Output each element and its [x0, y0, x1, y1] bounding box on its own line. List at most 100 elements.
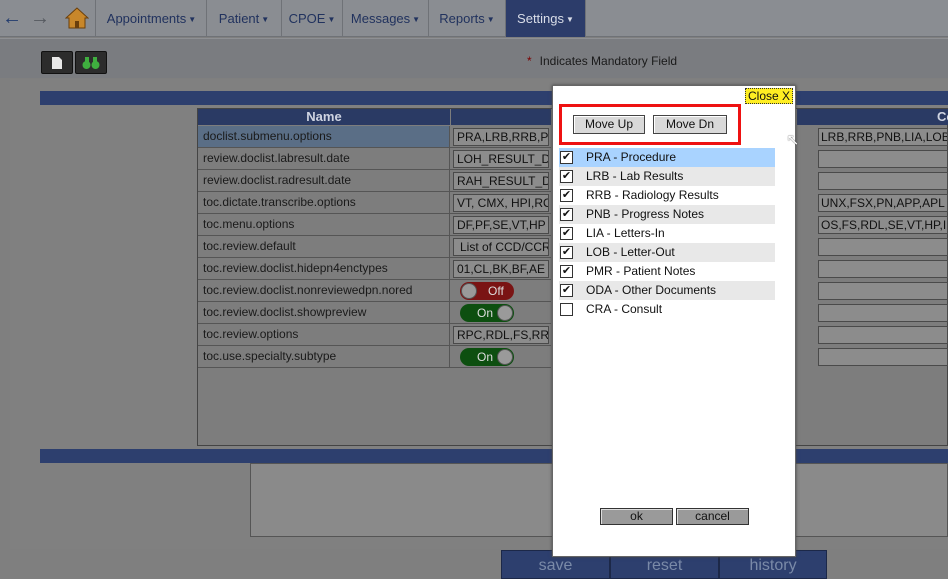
list-item[interactable]: ✔ LIA - Letters-In	[559, 224, 775, 243]
table-row[interactable]: toc.review.doclist.nonreviewedpn.nored Of…	[198, 280, 551, 302]
list-item-label: PRA - Procedure	[586, 150, 677, 164]
chevron-down-icon: ▼	[412, 15, 421, 25]
checkbox[interactable]: ✔	[560, 208, 573, 221]
menu-cpoe[interactable]: CPOE ▼	[282, 0, 343, 37]
right-value-input[interactable]	[818, 348, 948, 366]
value-column-header	[451, 109, 551, 125]
checkbox[interactable]: ✔	[560, 170, 573, 183]
menu-patient[interactable]: Patient ▼	[207, 0, 282, 37]
row-value-input[interactable]: RPC,RDL,FS,RRU	[453, 326, 549, 344]
table-row[interactable]: doclist.submenu.optionsPRA,LRB,RRB,PNB,L…	[198, 126, 551, 148]
right-value-input[interactable]: UNX,FSX,PN,APP,APL	[818, 194, 948, 212]
menu-appointments[interactable]: Appointments ▼	[97, 0, 207, 37]
right-value-input[interactable]	[818, 326, 948, 344]
list-item[interactable]: ✔ LRB - Lab Results	[559, 167, 775, 186]
right-value-input[interactable]: OS,FS,RDL,SE,VT,HP,I	[818, 216, 948, 234]
ok-button[interactable]: ok	[600, 508, 673, 525]
name-column-header: Name	[198, 109, 450, 125]
row-value-input[interactable]: LOH_RESULT_D	[453, 150, 549, 168]
menu-label: Patient	[218, 11, 260, 26]
chevron-down-icon: ▼	[327, 15, 336, 25]
row-value-input[interactable]: 01,CL,BK,BF,AE	[453, 260, 549, 278]
on-toggle[interactable]: On	[460, 348, 514, 366]
forward-arrow-icon[interactable]: →	[30, 8, 50, 28]
section-footer-bar	[40, 449, 948, 463]
checkbox[interactable]: ✔	[560, 151, 573, 164]
table-row[interactable]: toc.review.doclist.showpreview On	[198, 302, 551, 324]
checkbox[interactable]: ✔	[560, 189, 573, 202]
cancel-button[interactable]: cancel	[676, 508, 749, 525]
table-row[interactable]: toc.review.doclist.hidepn4enctypes 01,CL,…	[198, 258, 551, 280]
right-value-input[interactable]	[818, 150, 948, 168]
list-item[interactable]: ✔ LOB - Letter-Out	[559, 243, 775, 262]
document-type-list: ✔ PRA - Procedure ✔ LRB - Lab Results ✔ RRB…	[559, 148, 775, 319]
move-down-button[interactable]: Move Dn	[653, 115, 727, 134]
chevron-down-icon: ▼	[188, 15, 197, 25]
checkbox[interactable]: ✔	[560, 265, 573, 278]
right-value-input[interactable]	[818, 238, 948, 256]
right-value-input[interactable]	[818, 260, 948, 278]
toggle-knob	[497, 349, 513, 365]
row-value-input[interactable]: DF,PF,SE,VT,HP	[453, 216, 549, 234]
list-item-label: LIA - Letters-In	[586, 226, 665, 240]
checkbox[interactable]: ✔	[560, 246, 573, 259]
list-item-label: PNB - Progress Notes	[586, 207, 705, 221]
menu-settings[interactable]: Settings ▼	[506, 0, 586, 37]
row-name: toc.review.doclist.showpreview	[198, 302, 450, 323]
row-name: toc.dictate.transcribe.options	[198, 192, 450, 213]
move-up-button[interactable]: Move Up	[573, 115, 645, 134]
row-name: toc.review.doclist.hidepn4enctypes	[198, 258, 450, 279]
list-item-label: CRA - Consult	[586, 302, 663, 316]
chevron-down-icon: ▼	[261, 15, 270, 25]
close-button[interactable]: Close X	[745, 88, 794, 104]
mouse-pointer-icon: ↖	[786, 132, 800, 149]
menu-messages[interactable]: Messages ▼	[343, 0, 429, 37]
menu-label: Messages	[350, 11, 411, 26]
home-button[interactable]	[58, 0, 96, 37]
section-header-bar	[40, 91, 948, 105]
table-row[interactable]: toc.use.specialty.subtype On	[198, 346, 551, 368]
toggle-label: On	[477, 350, 494, 364]
row-value-input[interactable]: RAH_RESULT_D	[453, 172, 549, 190]
on-toggle[interactable]: On	[460, 304, 514, 322]
mandatory-text: Indicates Mandatory Field	[539, 54, 678, 68]
list-item[interactable]: ✔ PMR - Patient Notes	[559, 262, 775, 281]
mandatory-star: *	[527, 54, 532, 68]
list-item[interactable]: ✔ ODA - Other Documents	[559, 281, 775, 300]
chevron-down-icon: ▼	[566, 15, 574, 25]
row-value-input[interactable]: PRA,LRB,RRB,PNB,LIA,LOB,PMR,ODA	[453, 128, 549, 146]
table-row[interactable]: toc.review.default List of CCD/CCR	[198, 236, 551, 258]
row-name: toc.review.default	[198, 236, 450, 257]
checkbox[interactable]: ✔	[560, 227, 573, 240]
list-item[interactable]: ✔ RRB - Radiology Results	[559, 186, 775, 205]
checkbox[interactable]	[560, 303, 573, 316]
right-value-input[interactable]	[818, 282, 948, 300]
mandatory-note: * Indicates Mandatory Field	[527, 54, 677, 68]
find-button[interactable]	[75, 51, 107, 74]
row-value-input[interactable]: VT, CMX, HPI,RO	[453, 194, 549, 212]
back-arrow-icon[interactable]: ←	[2, 8, 22, 28]
row-value-select[interactable]: List of CCD/CCR	[453, 238, 549, 256]
list-item[interactable]: ✔ PRA - Procedure	[559, 148, 775, 167]
new-document-button[interactable]	[41, 51, 73, 74]
table-row[interactable]: toc.dictate.transcribe.options VT, CMX, H…	[198, 192, 551, 214]
toggle-label: Off	[488, 284, 504, 298]
table-row[interactable]: toc.menu.options DF,PF,SE,VT,HP	[198, 214, 551, 236]
checkbox[interactable]: ✔	[560, 284, 573, 297]
list-item[interactable]: CRA - Consult	[559, 300, 775, 319]
right-value-input[interactable]: LRB,RRB,PNB,LIA,LOB	[818, 128, 948, 146]
list-item[interactable]: ✔ PNB - Progress Notes	[559, 205, 775, 224]
row-name: toc.review.doclist.nonreviewedpn.nored	[198, 280, 450, 301]
row-name: review.doclist.labresult.date	[198, 148, 450, 169]
list-item-label: RRB - Radiology Results	[586, 188, 719, 202]
toolbar: * Indicates Mandatory Field	[0, 38, 948, 78]
right-value-input[interactable]	[818, 172, 948, 190]
menu-reports[interactable]: Reports ▼	[429, 0, 506, 37]
home-icon	[65, 7, 89, 29]
off-toggle[interactable]: Off	[460, 282, 514, 300]
table-row[interactable]: review.doclist.labresult.date LOH_RESULT_…	[198, 148, 551, 170]
table-row[interactable]: toc.review.options RPC,RDL,FS,RRU	[198, 324, 551, 346]
table-row[interactable]: review.doclist.radresult.date RAH_RESULT_…	[198, 170, 551, 192]
right-value-input[interactable]	[818, 304, 948, 322]
menu-label: CPOE	[288, 11, 326, 26]
